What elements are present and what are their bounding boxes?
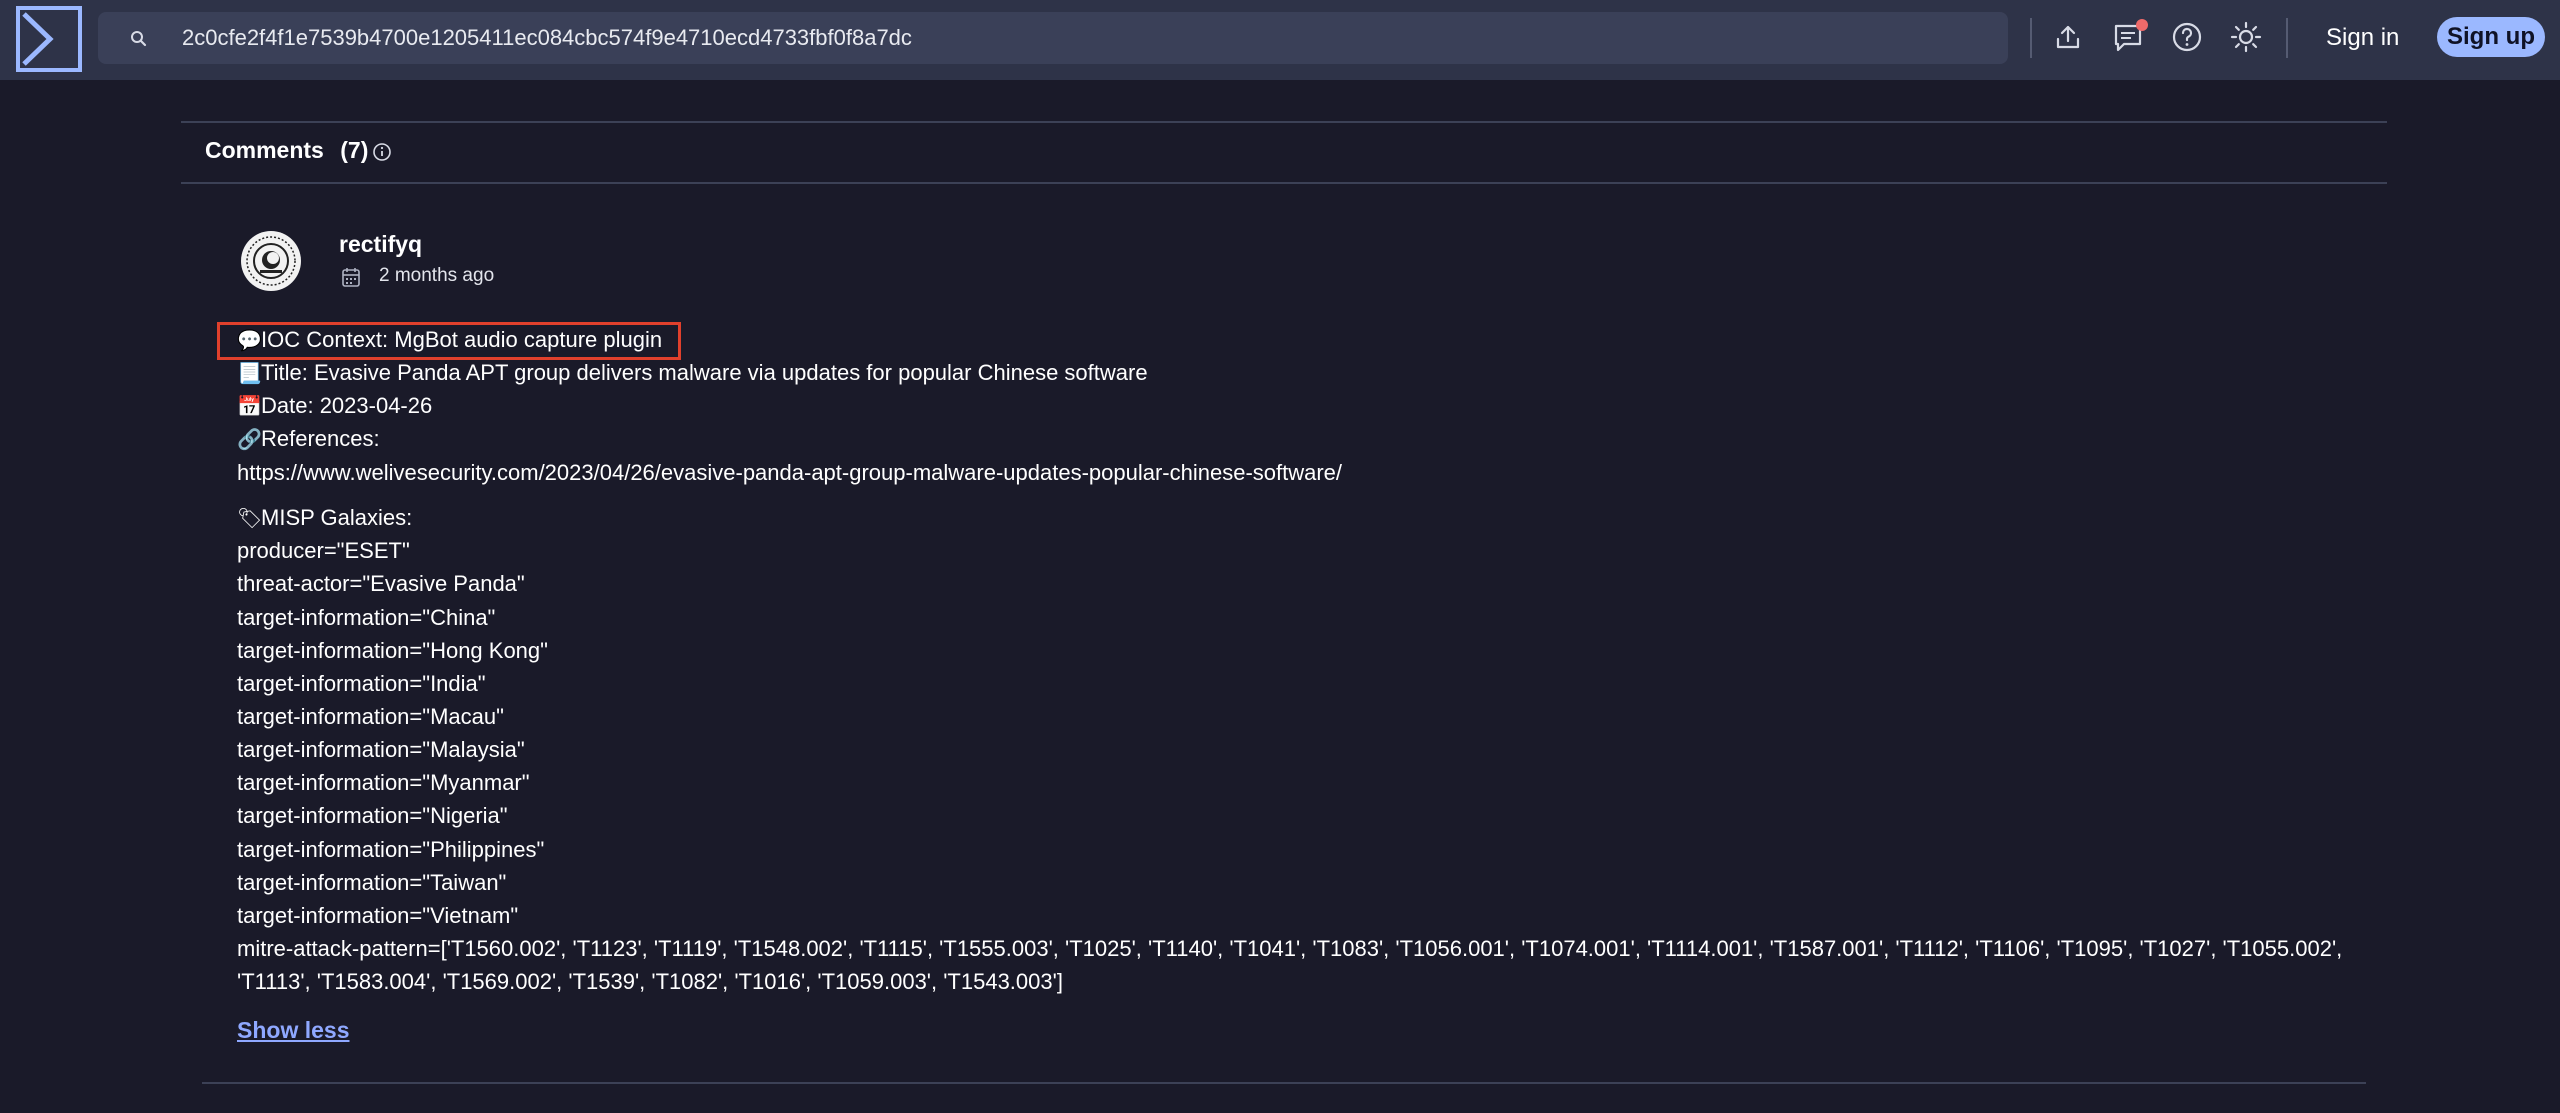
info-icon[interactable] bbox=[372, 142, 392, 162]
galaxy-item: target-information="Myanmar" bbox=[237, 770, 530, 795]
section-divider bbox=[181, 121, 2387, 123]
title-line: 📃Title: Evasive Panda APT group delivers… bbox=[237, 359, 1148, 388]
speech-bubble-icon: 💬 bbox=[237, 330, 262, 352]
top-bar: Sign in Sign up bbox=[0, 0, 2560, 80]
galaxy-item: target-information="Philippines" bbox=[237, 837, 545, 862]
upload-icon[interactable] bbox=[2051, 20, 2085, 54]
comment-divider bbox=[202, 1082, 2366, 1084]
comments-count: (7) bbox=[340, 137, 369, 163]
section-divider bbox=[181, 182, 2387, 184]
mitre-attack-line-2: 'T1113', 'T1583.004', 'T1569.002', 'T153… bbox=[237, 969, 1063, 994]
toolbar-divider bbox=[2030, 18, 2032, 58]
galaxy-item: threat-actor="Evasive Panda" bbox=[237, 571, 525, 596]
search-icon bbox=[131, 31, 147, 47]
sign-up-button[interactable]: Sign up bbox=[2437, 17, 2545, 57]
search-input[interactable] bbox=[182, 12, 1962, 64]
comments-heading: Comments (7) bbox=[205, 137, 378, 164]
galaxy-item: target-information="India" bbox=[237, 671, 486, 696]
sign-in-button[interactable]: Sign in bbox=[2316, 18, 2409, 58]
comment-timestamp: 2 months ago bbox=[379, 265, 495, 286]
galaxy-item: target-information="Malaysia" bbox=[237, 737, 525, 762]
galaxy-item: target-information="Nigeria" bbox=[237, 803, 508, 828]
galaxy-item: target-information="Taiwan" bbox=[237, 870, 507, 895]
show-less-link[interactable]: Show less bbox=[237, 1017, 349, 1044]
references-line: 🔗References: bbox=[237, 425, 380, 454]
galaxy-item: producer="ESET" bbox=[237, 538, 410, 563]
help-icon[interactable] bbox=[2170, 20, 2204, 54]
document-icon: 📃 bbox=[237, 363, 262, 385]
mitre-attack-line-1: mitre-attack-pattern=['T1560.002', 'T112… bbox=[237, 936, 2343, 961]
galaxy-item: target-information="China" bbox=[237, 605, 496, 630]
galaxy-item: target-information="Hong Kong" bbox=[237, 638, 548, 663]
galaxy-item: target-information="Vietnam" bbox=[237, 903, 519, 928]
ioc-context-line: 💬IOC Context: MgBot audio capture plugin bbox=[237, 326, 662, 355]
misp-galaxies-line: 🏷MISP Galaxies: bbox=[237, 504, 412, 533]
search-bar[interactable] bbox=[98, 12, 2008, 64]
tag-icon: 🏷 bbox=[237, 508, 263, 530]
sun-icon[interactable] bbox=[2229, 20, 2263, 54]
sigma-logo-icon[interactable] bbox=[16, 6, 82, 72]
calendar-icon bbox=[342, 268, 360, 287]
reference-url[interactable]: https://www.welivesecurity.com/2023/04/2… bbox=[237, 459, 1342, 487]
calendar-emoji-icon: 📅 bbox=[237, 396, 262, 418]
link-icon: 🔗 bbox=[237, 429, 262, 451]
comments-title: Comments bbox=[205, 137, 324, 163]
avatar[interactable] bbox=[240, 230, 302, 292]
date-line: 📅Date: 2023-04-26 bbox=[237, 392, 432, 421]
notification-dot bbox=[2136, 19, 2148, 31]
comment-author[interactable]: rectifyq bbox=[339, 231, 422, 258]
toolbar-divider bbox=[2286, 18, 2288, 58]
galaxy-item: target-information="Macau" bbox=[237, 704, 504, 729]
